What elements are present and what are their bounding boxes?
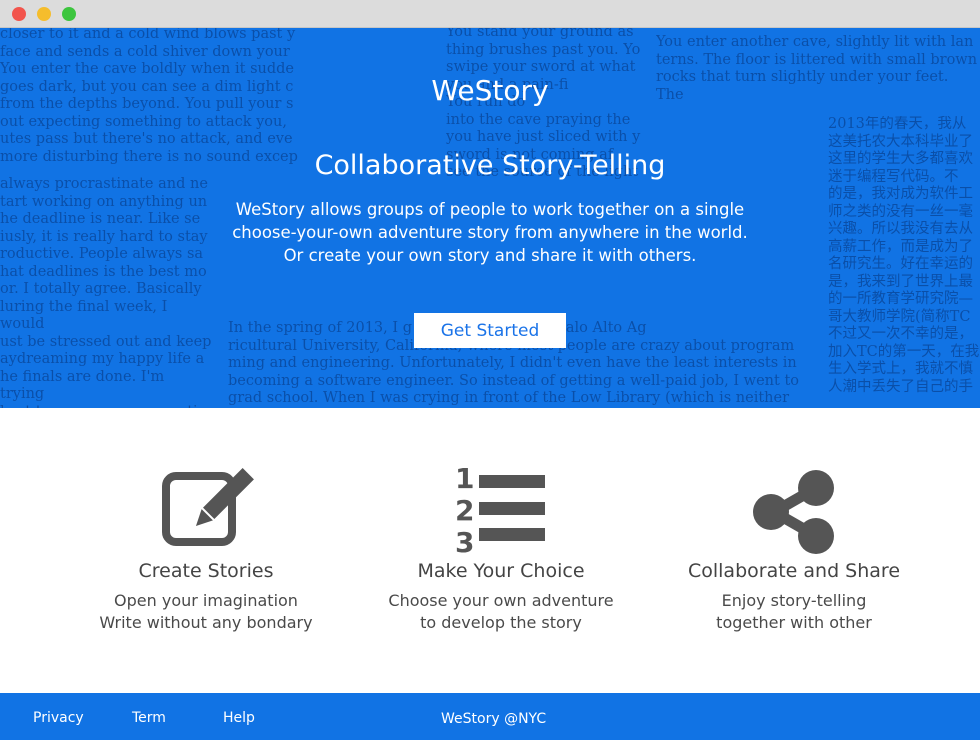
- window-titlebar: [0, 0, 980, 28]
- hero-subtitle-line: choose-your-own adventure story from any…: [232, 223, 748, 242]
- minimize-window-button[interactable]: [37, 7, 51, 21]
- feature-title: Create Stories: [138, 560, 274, 582]
- footer-link-privacy[interactable]: Privacy: [33, 710, 84, 726]
- close-window-button[interactable]: [12, 7, 26, 21]
- feature-description: Choose your own adventure to develop the…: [351, 590, 651, 634]
- page-footer: Privacy Term Help WeStory @NYC: [0, 693, 980, 740]
- svg-text:1: 1: [455, 462, 474, 495]
- feature-description-line: Enjoy story-telling: [721, 591, 867, 610]
- feature-description: Enjoy story-telling together with other: [644, 590, 944, 634]
- feature-description-line: Write without any bondary: [99, 613, 313, 632]
- footer-copyright: WeStory @NYC: [441, 711, 547, 727]
- svg-text:2: 2: [455, 494, 474, 527]
- hero-subtitle: WeStory allows groups of people to work …: [190, 198, 790, 267]
- hero-subtitle-line: Or create your own story and share it wi…: [283, 246, 697, 265]
- zoom-window-button[interactable]: [62, 7, 76, 21]
- footer-link-term[interactable]: Term: [132, 710, 166, 726]
- edit-icon: [162, 468, 254, 546]
- feature-title: Collaborate and Share: [687, 560, 901, 582]
- feature-description-line: Open your imagination: [114, 591, 298, 610]
- feature-description-line: Choose your own adventure: [388, 591, 614, 610]
- share-icon: [753, 470, 834, 554]
- get-started-button[interactable]: Get Started: [414, 313, 566, 348]
- svg-text:3: 3: [455, 526, 474, 554]
- feature-description-line: together with other: [716, 613, 872, 632]
- hero-headline: Collaborative Story-Telling: [314, 150, 666, 181]
- brand-logo-text: WeStory: [431, 74, 549, 107]
- numbered-list-icon: 1 2 3: [455, 462, 545, 554]
- feature-description: Open your imagination Write without any …: [56, 590, 356, 634]
- hero-subtitle-line: WeStory allows groups of people to work …: [235, 200, 745, 219]
- feature-collaborate-and-share: Collaborate and Share Enjoy story-tellin…: [644, 462, 944, 634]
- feature-create-stories: Create Stories Open your imagination Wri…: [56, 462, 356, 634]
- background-story-text: always procrastinate and ne tart working…: [0, 176, 212, 408]
- feature-title: Make Your Choice: [417, 560, 585, 582]
- hero-banner: closer to it and a cold wind blows past …: [0, 28, 980, 408]
- feature-description-line: to develop the story: [420, 613, 582, 632]
- footer-link-help[interactable]: Help: [223, 710, 255, 726]
- feature-make-your-choice: 1 2 3 Make Your Choice Choose your own a…: [351, 462, 651, 634]
